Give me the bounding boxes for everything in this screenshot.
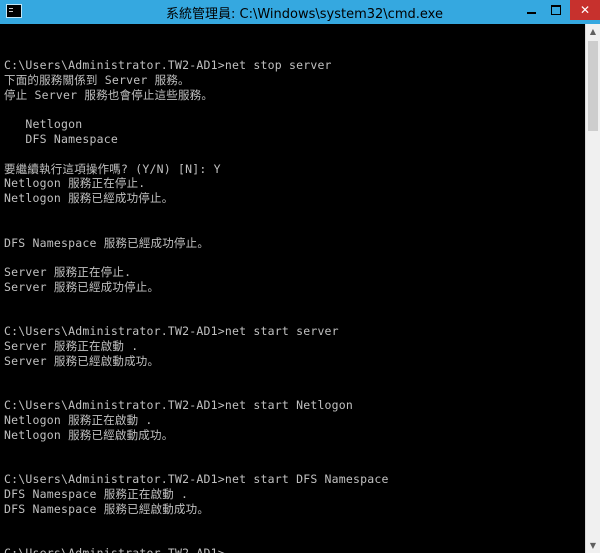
console-output[interactable]: C:\Users\Administrator.TW2-AD1>net stop … xyxy=(0,24,585,553)
console-line: C:\Users\Administrator.TW2-AD1>net start… xyxy=(4,398,354,413)
console-line: Netlogon 服務已經啟動成功。 xyxy=(4,427,174,442)
console-line: DFS Namespace 服務已經啟動成功。 xyxy=(4,501,210,516)
title-bar[interactable]: 系統管理員: C:\Windows\system32\cmd.exe ✕ xyxy=(0,0,600,24)
maximize-icon xyxy=(551,5,561,15)
console-lines: C:\Users\Administrator.TW2-AD1>net stop … xyxy=(4,58,389,553)
console-line: 停止 Server 服務也會停止這些服務。 xyxy=(4,87,214,102)
console-line: DFS Namespace xyxy=(4,131,118,146)
console-line: Netlogon 服務已經成功停止。 xyxy=(4,191,174,206)
console-line: C:\Users\Administrator.TW2-AD1> xyxy=(4,546,389,553)
maximize-button[interactable] xyxy=(545,0,567,20)
cmd-window: 系統管理員: C:\Windows\system32\cmd.exe ✕ C:\… xyxy=(0,0,600,553)
vertical-scrollbar[interactable]: ▲ ▼ xyxy=(585,24,600,553)
scroll-up-icon: ▲ xyxy=(589,27,597,36)
console-line: 下面的服務關係到 Server 服務。 xyxy=(4,72,190,87)
console-line: DFS Namespace 服務已經成功停止。 xyxy=(4,235,210,250)
console-line: Netlogon 服務正在停止. xyxy=(4,176,146,191)
console-line: Server 服務已經成功停止。 xyxy=(4,279,160,294)
close-button[interactable]: ✕ xyxy=(570,0,600,20)
console-line: Netlogon 服務正在啟動 . xyxy=(4,413,153,428)
minimize-button[interactable] xyxy=(520,0,542,20)
close-icon: ✕ xyxy=(579,3,591,17)
console-line: 要繼續執行這項操作嗎? (Y/N) [N]: Y xyxy=(4,161,221,176)
console-line: Server 服務正在啟動 . xyxy=(4,339,139,354)
console-line: Server 服務已經啟動成功。 xyxy=(4,353,160,368)
console-line: C:\Users\Administrator.TW2-AD1>net stop … xyxy=(4,58,332,72)
console-line: Netlogon xyxy=(4,117,83,132)
scroll-down-icon: ▼ xyxy=(589,541,597,550)
window-title: 系統管理員: C:\Windows\system32\cmd.exe xyxy=(166,7,443,22)
console-line: C:\Users\Administrator.TW2-AD1>net start… xyxy=(4,324,339,339)
console-line: Server 服務正在停止. xyxy=(4,265,132,280)
console-line: C:\Users\Administrator.TW2-AD1>net start… xyxy=(4,472,389,487)
scroll-down-button[interactable]: ▼ xyxy=(586,538,600,553)
scroll-up-button[interactable]: ▲ xyxy=(586,24,600,39)
scrollbar-thumb[interactable] xyxy=(588,41,598,131)
minimize-icon xyxy=(526,12,536,14)
console-line: DFS Namespace 服務正在啟動 . xyxy=(4,487,189,502)
cmd-icon[interactable] xyxy=(6,4,22,18)
